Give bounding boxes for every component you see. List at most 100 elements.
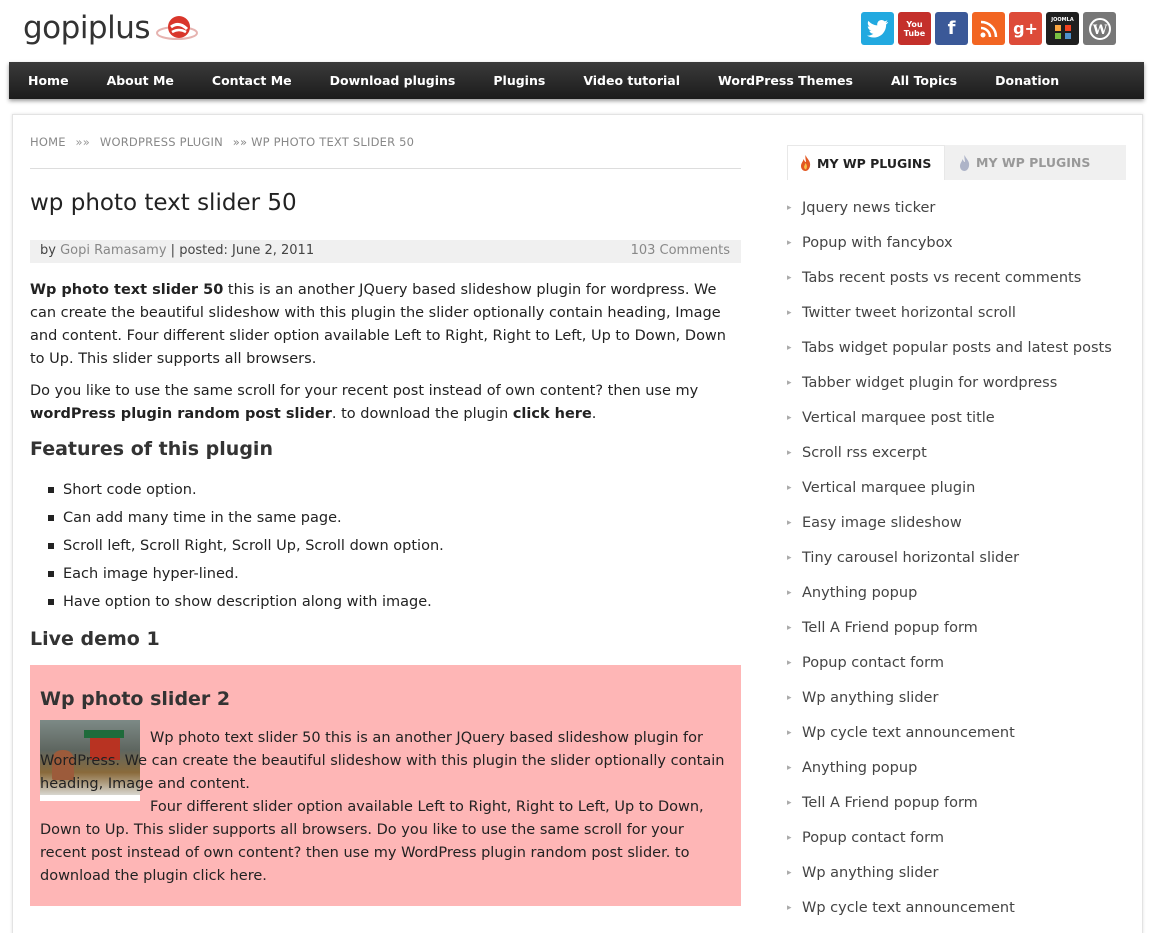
live-demo-heading: Live demo 1 [30,628,160,650]
arrow-right-icon: ▸ [787,552,792,563]
list-item[interactable]: ▸ Vertical marquee plugin [787,470,1112,505]
list-item[interactable]: ▸ Wp anything slider [787,855,1112,890]
p2-text-a: Do you like to use the same scroll for y… [30,383,699,399]
list-item: Short code option. [48,476,444,504]
list-item[interactable]: ▸ Easy image slideshow [787,505,1112,540]
main-nav: Home About Me Contact Me Download plugin… [9,62,1144,99]
logo-swirl-icon [156,16,198,40]
rss-icon[interactable] [972,12,1005,45]
arrow-right-icon: ▸ [787,482,792,493]
arrow-right-icon: ▸ [787,622,792,633]
list-item[interactable]: ▸ Scroll rss excerpt [787,435,1112,470]
nav-plugins[interactable]: Plugins [493,73,545,88]
demo-text-2: Four different slider option available L… [40,799,704,884]
tab-my-wp-plugins-inactive[interactable]: MY WP PLUGINS [945,145,1090,180]
list-item[interactable]: ▸ Popup contact form [787,820,1112,855]
list-item: Each image hyper-lined. [48,560,444,588]
facebook-icon[interactable]: f [935,12,968,45]
nav-contact-me[interactable]: Contact Me [212,73,292,88]
joomla-icon[interactable]: JOOMLA [1046,12,1079,45]
list-item[interactable]: ▸ Vertical marquee post title [787,400,1112,435]
list-item: Have option to show description along wi… [48,588,444,616]
list-item[interactable]: ▸ Wp cycle text announcement [787,890,1112,925]
arrow-right-icon: ▸ [787,342,792,353]
nav-home[interactable]: Home [28,73,69,88]
demo-slide-title: Wp photo slider 2 [40,688,231,710]
demo-slider: Wp photo slider 2 Wp photo text slider 5… [30,665,741,906]
arrow-right-icon: ▸ [787,517,792,528]
nav-download-plugins[interactable]: Download plugins [330,73,456,88]
arrow-right-icon: ▸ [787,657,792,668]
list-item[interactable]: ▸ Popup contact form [787,645,1112,680]
breadcrumb: HOME »» WORDPRESS PLUGIN »» WP PHOTO TEX… [30,135,420,149]
arrow-right-icon: ▸ [787,867,792,878]
list-item[interactable]: ▸ Wp cycle text announcement [787,715,1112,750]
intro-bold: Wp photo text slider 50 [30,282,224,298]
arrow-right-icon: ▸ [787,727,792,738]
demo-text-1: Wp photo text slider 50 this is an anoth… [40,730,725,792]
list-item[interactable]: ▸ Twitter tweet horizontal scroll [787,295,1112,330]
list-item[interactable]: ▸ Anything popup [787,750,1112,785]
list-item[interactable]: ▸ Wp anything slider [787,680,1112,715]
random-post-paragraph: Do you like to use the same scroll for y… [30,380,741,426]
meta-posted: | posted: June 2, 2011 [166,243,315,258]
sidebar-tabs: MY WP PLUGINS MY WP PLUGINS [787,145,1126,180]
google-plus-icon[interactable]: g+ [1009,12,1042,45]
p2-text-end: . [591,406,597,422]
arrow-right-icon: ▸ [787,797,792,808]
sidebar-plugin-list: ▸ Jquery news ticker ▸ Popup with fancybox… [787,190,1112,925]
list-item[interactable]: ▸ Tell A Friend popup form [787,785,1112,820]
arrow-right-icon: ▸ [787,272,792,283]
author-link[interactable]: Gopi Ramasamy [60,243,166,258]
list-item[interactable]: ▸ Tabber widget plugin for wordpress [787,365,1112,400]
list-item[interactable]: ▸ Anything popup [787,575,1112,610]
arrow-right-icon: ▸ [787,692,792,703]
breadcrumb-home[interactable]: HOME [30,135,66,149]
list-item[interactable]: ▸ Tell A Friend popup form [787,610,1112,645]
nav-donation[interactable]: Donation [995,73,1059,88]
arrow-right-icon: ▸ [787,902,792,913]
post-meta: by Gopi Ramasamy | posted: June 2, 2011 … [30,240,741,263]
arrow-right-icon: ▸ [787,237,792,248]
site-logo[interactable]: gopiplus [23,10,151,46]
list-item[interactable]: ▸ Jquery news ticker [787,190,1112,225]
nav-wordpress-themes[interactable]: WordPress Themes [718,73,853,88]
arrow-right-icon: ▸ [787,412,792,423]
features-list: Short code option. Can add many time in … [48,476,444,616]
social-links: You Tube f g+ JOOMLA W [861,12,1116,45]
flame-icon [801,155,811,171]
breadcrumb-separator: »» [75,135,91,149]
arrow-right-icon: ▸ [787,202,792,213]
comments-link[interactable]: 103 Comments [631,243,730,258]
flame-icon [960,154,970,171]
arrow-right-icon: ▸ [787,832,792,843]
breadcrumb-wordpress-plugin[interactable]: WORDPRESS PLUGIN [100,135,223,149]
breadcrumb-current: »» WP PHOTO TEXT SLIDER 50 [232,135,415,149]
click-here-link[interactable]: click here [513,406,592,422]
list-item[interactable]: ▸ Tabs widget popular posts and latest po… [787,330,1112,365]
p2-text-b: . to download the plugin [331,406,513,422]
features-heading: Features of this plugin [30,438,273,460]
tab-label: MY WP PLUGINS [817,155,932,171]
nav-all-topics[interactable]: All Topics [891,73,957,88]
random-post-slider-link[interactable]: wordPress plugin random post slider [30,406,332,422]
tab-label: MY WP PLUGINS [976,155,1091,170]
youtube-icon[interactable]: You Tube [898,12,931,45]
site-header: gopiplus You Tube f g+ JOOMLA W [0,0,1155,62]
list-item[interactable]: ▸ Tiny carousel horizontal slider [787,540,1112,575]
list-item: Scroll left, Scroll Right, Scroll Up, Sc… [48,532,444,560]
twitter-icon[interactable] [861,12,894,45]
post-title: wp photo text slider 50 [30,190,297,216]
list-item[interactable]: ▸ Tabs recent posts vs recent comments [787,260,1112,295]
list-item[interactable]: ▸ Popup with fancybox [787,225,1112,260]
nav-about-me[interactable]: About Me [107,73,174,88]
list-item: Can add many time in the same page. [48,504,444,532]
arrow-right-icon: ▸ [787,307,792,318]
demo-slide-text: Wp photo text slider 50 this is an anoth… [40,727,730,888]
wordpress-icon[interactable]: W [1083,12,1116,45]
tab-my-wp-plugins-active[interactable]: MY WP PLUGINS [787,145,945,180]
intro-paragraph: Wp photo text slider 50 this is an anoth… [30,279,741,371]
arrow-right-icon: ▸ [787,762,792,773]
nav-video-tutorial[interactable]: Video tutorial [583,73,680,88]
divider [30,168,741,169]
